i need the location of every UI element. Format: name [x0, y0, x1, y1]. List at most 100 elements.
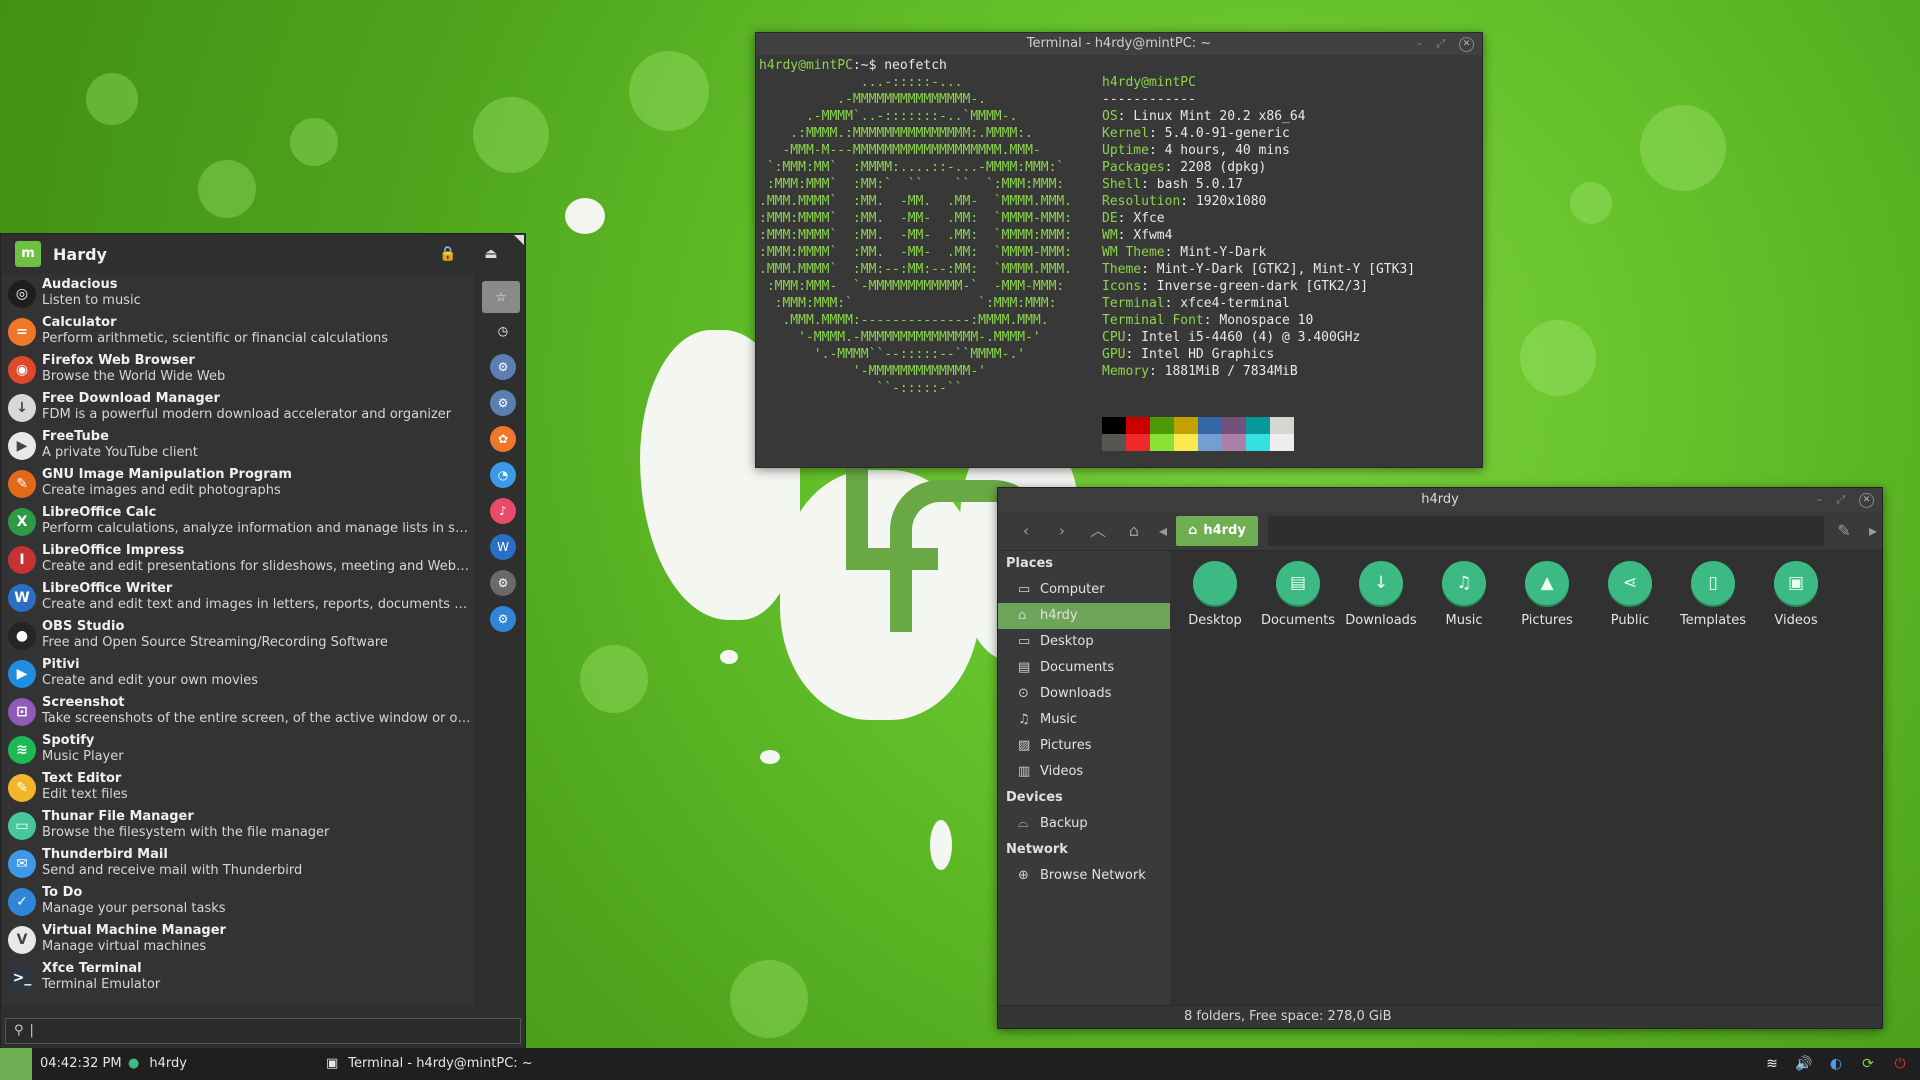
app-item[interactable]: I LibreOffice Impress Create and edit pres…: [2, 540, 474, 578]
home-icon[interactable]: ⌂: [1118, 517, 1150, 545]
volume-icon[interactable]: 🔊: [1794, 1054, 1814, 1074]
app-description: Browse the World Wide Web: [42, 369, 226, 384]
info-line: WM Theme: Mint-Y-Dark: [1102, 244, 1266, 261]
app-item[interactable]: V Virtual Machine Manager Manage virtual m…: [2, 920, 474, 958]
edit-path-icon[interactable]: ✎: [1828, 517, 1860, 545]
forward-icon[interactable]: ›: [1046, 517, 1078, 545]
network-icon: ⊕: [1018, 868, 1029, 883]
task-terminal[interactable]: ▣ Terminal - h4rdy@mintPC: ~: [326, 1048, 533, 1080]
sidebar-item-music[interactable]: ♫ Music: [998, 707, 1170, 733]
folder-item[interactable]: ↓ Downloads: [1341, 561, 1421, 628]
info-colon: :: [1125, 330, 1142, 345]
up-icon[interactable]: ︿: [1082, 517, 1114, 545]
sidebar-item-documents[interactable]: ▤ Documents: [998, 655, 1170, 681]
folder-item[interactable]: ♫ Music: [1424, 561, 1504, 628]
terminal-content[interactable]: h4rdy@mintPC:~$ neofetch ...-:::::-... .…: [756, 55, 1482, 467]
app-item[interactable]: ▶ FreeTube A private YouTube client: [2, 426, 474, 464]
favorites-star-icon[interactable]: ☆: [482, 281, 520, 313]
app-description: Create and edit text and images in lette…: [42, 597, 472, 612]
back-icon[interactable]: ‹: [1010, 517, 1042, 545]
clock[interactable]: 04:42:32 PM: [40, 1048, 122, 1080]
app-name: Firefox Web Browser: [42, 353, 195, 368]
control-icon[interactable]: ⚙: [490, 606, 516, 632]
lock-icon[interactable]: 🔒: [437, 243, 459, 265]
file-manager-window[interactable]: h4rdy – ⤢ ✕ ‹ › ︿ ⌂ ◂ ⌂ h4rdy ✎ ▸ Places ▭…: [997, 487, 1883, 1029]
menu-button[interactable]: [0, 1048, 32, 1080]
app-item[interactable]: ✉ Thunderbird Mail Send and receive mail w…: [2, 844, 474, 882]
app-item[interactable]: = Calculator Perform arithmetic, scientifi…: [2, 312, 474, 350]
wifi-icon[interactable]: ≋: [1762, 1054, 1782, 1074]
app-item[interactable]: ◎ Audacious Listen to music: [2, 274, 474, 312]
logout-icon[interactable]: ⏏: [480, 243, 502, 265]
app-item[interactable]: ⊡ Screenshot Take screenshots of the entir…: [2, 692, 474, 730]
info-value: 4 hours, 40 mins: [1164, 143, 1290, 158]
sidebar-item-computer[interactable]: ▭ Computer: [998, 577, 1170, 603]
minimize-icon[interactable]: –: [1817, 488, 1823, 512]
sidebar-item-desktop[interactable]: ▭ Desktop: [998, 629, 1170, 655]
system-icon[interactable]: ⚙: [490, 570, 516, 596]
update-icon[interactable]: ⟳: [1858, 1054, 1878, 1074]
maximize-icon[interactable]: ⤢: [1836, 488, 1845, 512]
app-tray-icon[interactable]: ◐: [1826, 1054, 1846, 1074]
sidebar-item-h4rdy[interactable]: ⌂ h4rdy: [998, 603, 1170, 629]
sidebar-item-downloads[interactable]: ⊙ Downloads: [998, 681, 1170, 707]
app-item[interactable]: ◉ Firefox Web Browser Browse the World Wid…: [2, 350, 474, 388]
path-bar[interactable]: [1267, 516, 1824, 546]
terminal-titlebar[interactable]: Terminal - h4rdy@mintPC: ~ – ⤢ ✕: [756, 33, 1482, 55]
app-item[interactable]: ✎ Text Editor Edit text files: [2, 768, 474, 806]
app-item[interactable]: X LibreOffice Calc Perform calculations, a…: [2, 502, 474, 540]
minimize-icon[interactable]: –: [1417, 33, 1423, 55]
resize-corner[interactable]: [514, 235, 524, 245]
app-item[interactable]: ↓ Free Download Manager FDM is a powerful …: [2, 388, 474, 426]
sidebar-item-pictures[interactable]: ▨ Pictures: [998, 733, 1170, 759]
app-item[interactable]: ≋ Spotify Music Player: [2, 730, 474, 768]
info-colon: :: [1141, 177, 1157, 192]
app-name: Virtual Machine Manager: [42, 923, 226, 938]
fm-file-view[interactable]: Desktop ▤ Documents ↓ Downloads ♫ Music ▲ Pictur…: [1170, 551, 1882, 1006]
task-file-manager[interactable]: ● h4rdy: [128, 1048, 187, 1080]
close-icon[interactable]: ✕: [1859, 492, 1874, 508]
sidebar-item-browse-network[interactable]: ⊕ Browse Network: [998, 863, 1170, 889]
breadcrumb-home[interactable]: ⌂ h4rdy: [1176, 516, 1258, 546]
recent-clock-icon[interactable]: ◷: [490, 318, 516, 344]
path-right-icon[interactable]: ▸: [1864, 517, 1882, 545]
folder-glyph: ▤: [1289, 573, 1307, 593]
folder-item[interactable]: ▲ Pictures: [1507, 561, 1587, 628]
power-icon[interactable]: ⏻: [1890, 1054, 1910, 1074]
app-item[interactable]: ✓ To Do Manage your personal tasks: [2, 882, 474, 920]
fdm-icon: ↓: [8, 394, 36, 422]
music-app-icon[interactable]: ♪: [490, 498, 516, 524]
folder-item[interactable]: ▯ Templates: [1673, 561, 1753, 628]
fm-titlebar[interactable]: h4rdy – ⤢ ✕: [998, 488, 1882, 512]
info-line: Memory: 1881MiB / 7834MiB: [1102, 363, 1298, 380]
appearance-icon[interactable]: ✿: [490, 426, 516, 452]
sidebar-item-backup[interactable]: ⌓ Backup: [998, 811, 1170, 837]
app-item[interactable]: ● OBS Studio Free and Open Source Streamin…: [2, 616, 474, 654]
menu-search-input[interactable]: ⚲ |: [5, 1018, 521, 1044]
path-left-icon[interactable]: ◂: [1154, 517, 1172, 545]
folder-item[interactable]: ▣ Videos: [1756, 561, 1836, 628]
info-line: GPU: Intel HD Graphics: [1102, 346, 1274, 363]
info-key: WM Theme: [1102, 245, 1165, 260]
app-item[interactable]: ▶ Pitivi Create and edit your own movies: [2, 654, 474, 692]
app-item[interactable]: >_ Xfce Terminal Terminal Emulator: [2, 958, 474, 996]
info-key: Icons: [1102, 279, 1142, 294]
settings-icon[interactable]: ⚙: [490, 354, 516, 380]
palette-swatch: [1222, 417, 1246, 434]
app-item[interactable]: ▭ Thunar File Manager Browse the filesyste…: [2, 806, 474, 844]
settings-manager-icon[interactable]: ⚙: [490, 390, 516, 416]
close-icon[interactable]: ✕: [1459, 36, 1474, 52]
sidebar-item-videos[interactable]: ▥ Videos: [998, 759, 1170, 785]
terminal-window[interactable]: Terminal - h4rdy@mintPC: ~ – ⤢ ✕ h4rdy@m…: [755, 32, 1483, 468]
info-line: Uptime: 4 hours, 40 mins: [1102, 142, 1290, 159]
chat-icon[interactable]: ◔: [490, 462, 516, 488]
info-value: Intel HD Graphics: [1141, 347, 1275, 362]
app-item[interactable]: W LibreOffice Writer Create and edit text …: [2, 578, 474, 616]
palette-swatch: [1150, 434, 1174, 451]
folder-item[interactable]: ▤ Documents: [1258, 561, 1338, 628]
folder-item[interactable]: ⋖ Public: [1590, 561, 1670, 628]
maximize-icon[interactable]: ⤢: [1436, 33, 1445, 55]
folder-item[interactable]: Desktop: [1175, 561, 1255, 628]
app-item[interactable]: ✎ GNU Image Manipulation Program Create im…: [2, 464, 474, 502]
writer-fav-icon[interactable]: W: [490, 534, 516, 560]
